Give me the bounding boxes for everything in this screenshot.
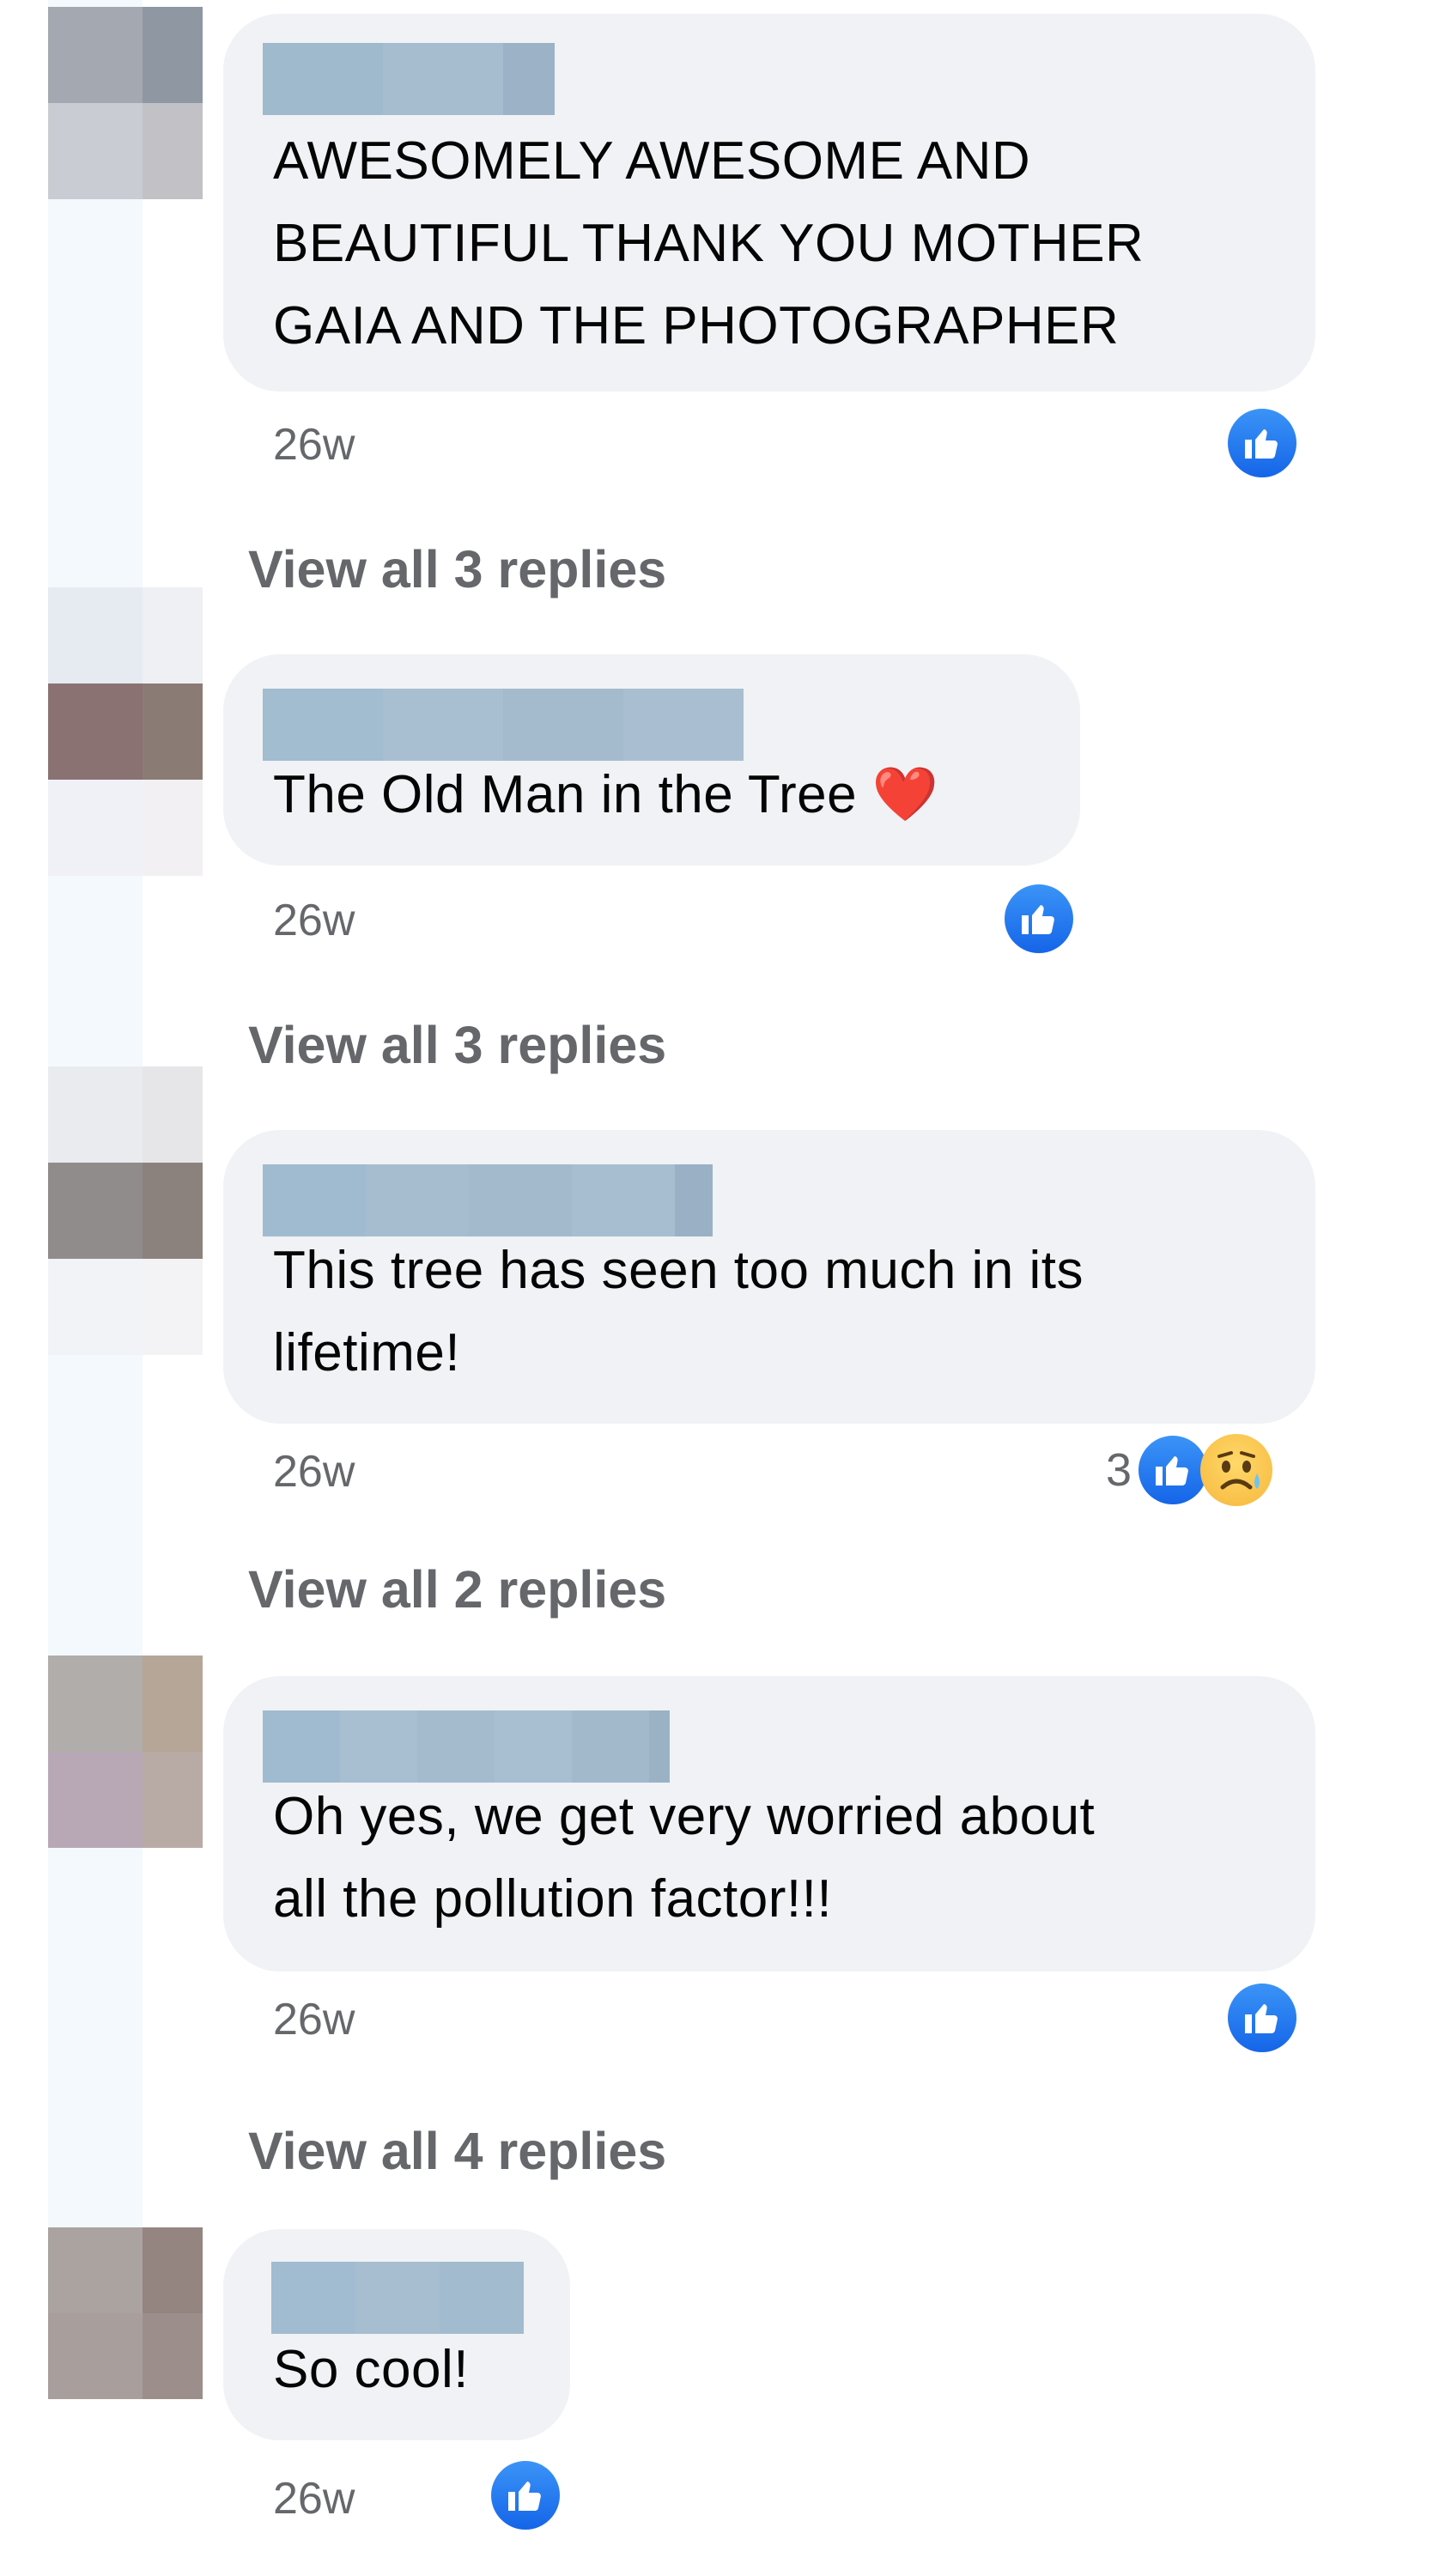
avatar[interactable] bbox=[48, 1066, 203, 1259]
reaction-summary[interactable] bbox=[1221, 1980, 1300, 2056]
comment-text: AWESOMELY AWESOME AND BEAUTIFUL THANK YO… bbox=[273, 131, 1145, 355]
like-icon bbox=[488, 2458, 563, 2533]
reaction-count: 3 bbox=[1106, 1444, 1132, 1496]
commenter-name-redacted[interactable] bbox=[271, 2262, 524, 2334]
avatar[interactable] bbox=[48, 587, 203, 780]
like-icon bbox=[1224, 405, 1300, 481]
avatar[interactable] bbox=[48, 2227, 203, 2399]
comment-timestamp[interactable]: 26w bbox=[273, 895, 355, 946]
comment-text: Oh yes, we get very worried about all th… bbox=[273, 1787, 1096, 1929]
commenter-name-redacted[interactable] bbox=[263, 1710, 670, 1783]
like-icon bbox=[1135, 1432, 1211, 1508]
avatar-lower bbox=[48, 1259, 203, 1355]
comment-bubble: Oh yes, we get very worried about all th… bbox=[223, 1676, 1315, 1971]
avatar[interactable] bbox=[48, 7, 203, 199]
sad-reaction-icon bbox=[1200, 1434, 1273, 1506]
comment-text: This tree has seen too much in its lifet… bbox=[273, 1241, 1084, 1382]
commenter-name-redacted[interactable] bbox=[263, 1164, 713, 1236]
comment-timestamp[interactable]: 26w bbox=[273, 2473, 355, 2524]
comment-timestamp[interactable]: 26w bbox=[273, 1994, 355, 2045]
comment-text: The Old Man in the Tree ❤️ bbox=[273, 765, 939, 824]
commenter-name-redacted[interactable] bbox=[263, 689, 744, 761]
comment-bubble: This tree has seen too much in its lifet… bbox=[223, 1130, 1315, 1424]
view-replies-link[interactable]: View all 3 replies bbox=[248, 1015, 666, 1075]
heart-emoji: ❤️ bbox=[871, 765, 939, 824]
reaction-summary[interactable]: 3 bbox=[1106, 1432, 1273, 1508]
reaction-summary[interactable] bbox=[998, 881, 1077, 957]
comment-timestamp[interactable]: 26w bbox=[273, 1446, 355, 1498]
reaction-summary[interactable] bbox=[1221, 405, 1300, 481]
comment-bubble: So cool! bbox=[223, 2229, 570, 2440]
view-replies-link[interactable]: View all 2 replies bbox=[248, 1559, 666, 1619]
avatar[interactable] bbox=[48, 1656, 203, 1848]
reaction-summary[interactable] bbox=[484, 2458, 563, 2533]
commenter-name-redacted[interactable] bbox=[263, 43, 555, 115]
comment-timestamp[interactable]: 26w bbox=[273, 419, 355, 471]
comment-bubble: AWESOMELY AWESOME AND BEAUTIFUL THANK YO… bbox=[223, 14, 1315, 392]
view-replies-link[interactable]: View all 4 replies bbox=[248, 2121, 666, 2181]
comment-text: So cool! bbox=[273, 2340, 470, 2399]
like-icon bbox=[1224, 1980, 1300, 2056]
comment-bubble: The Old Man in the Tree ❤️ bbox=[223, 654, 1080, 866]
view-replies-link[interactable]: View all 3 replies bbox=[248, 539, 666, 599]
like-icon bbox=[1001, 881, 1077, 957]
avatar-lower bbox=[48, 780, 203, 876]
